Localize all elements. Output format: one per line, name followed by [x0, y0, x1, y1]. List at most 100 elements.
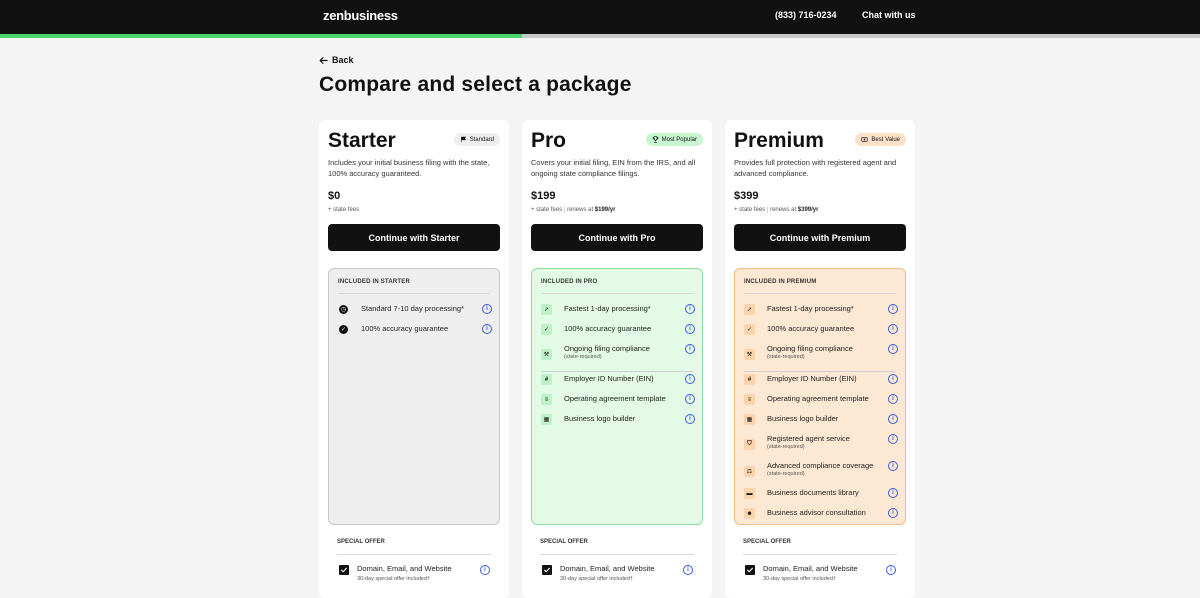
package-name: Premium	[734, 129, 824, 152]
info-icon[interactable]: i	[888, 434, 898, 444]
continue-with-premium-button[interactable]: Continue with Premium	[734, 224, 906, 251]
badge-label: Best Value	[871, 136, 900, 143]
grid-icon: ▦	[541, 414, 552, 425]
info-icon[interactable]: i	[480, 565, 490, 575]
special-offer-label: Domain, Email, and Website	[357, 564, 452, 573]
feature-item: ⚖ Advanced compliance coverage (state-re…	[744, 460, 898, 487]
divider	[744, 293, 896, 294]
special-offer-heading: SPECIAL OFFER	[743, 539, 791, 545]
feature-label: Standard 7-10 day processing*	[361, 304, 464, 313]
grid-icon: ▦	[744, 414, 755, 425]
feature-item: # Employer ID Number (EIN) i	[541, 373, 695, 393]
special-offer-checkbox[interactable]	[542, 565, 552, 575]
feature-label: Business advisor consultation	[767, 508, 866, 517]
divider	[338, 293, 490, 294]
info-icon[interactable]: i	[482, 304, 492, 314]
back-label: Back	[332, 55, 354, 65]
info-icon[interactable]: i	[685, 374, 695, 384]
feature-item: ☻ Business advisor consultation i	[744, 507, 898, 527]
feature-label: Fastest 1-day processing*	[564, 304, 651, 313]
checkmark-icon	[747, 567, 753, 573]
feature-label: Ongoing filing compliance	[767, 344, 853, 353]
feature-item: ⛉ Registered agent service (state-requir…	[744, 433, 898, 460]
package-fees: + state fees | renews at $199/yr	[531, 207, 616, 213]
document-icon: ≡	[541, 394, 552, 405]
info-icon[interactable]: i	[888, 374, 898, 384]
feature-label: Business logo builder	[564, 414, 636, 423]
info-icon[interactable]: i	[888, 394, 898, 404]
feature-label: Advanced compliance coverage	[767, 461, 874, 470]
special-offer-label: Domain, Email, and Website	[763, 564, 858, 573]
divider	[541, 371, 693, 372]
package-price: $399	[734, 190, 759, 202]
package-description: Includes your initial business filing wi…	[328, 158, 490, 178]
info-icon[interactable]: i	[683, 565, 693, 575]
continue-with-starter-button[interactable]: Continue with Starter	[328, 224, 500, 251]
feature-label: Operating agreement template	[564, 394, 666, 403]
feature-item: ≡ Operating agreement template i	[744, 393, 898, 413]
feature-item: ➚ Fastest 1-day processing* i	[744, 303, 898, 323]
info-icon[interactable]: i	[886, 565, 896, 575]
badge-label: Most Popular	[661, 136, 697, 143]
info-icon[interactable]: i	[685, 304, 695, 314]
progress-fill	[0, 34, 522, 38]
feature-label: Operating agreement template	[767, 394, 869, 403]
package-description: Provides full protection with registered…	[734, 158, 897, 178]
special-offer-sublabel: 30-day special offer included†	[560, 576, 633, 582]
phone-link[interactable]: (833) 716-0234	[775, 10, 837, 20]
special-offer-sublabel: 30-day special offer included†	[763, 576, 836, 582]
document-icon: ≡	[744, 394, 755, 405]
feature-sublabel: (state-required)	[767, 471, 805, 477]
info-icon[interactable]: i	[888, 488, 898, 498]
info-icon[interactable]: i	[685, 414, 695, 424]
info-icon[interactable]: i	[888, 344, 898, 354]
continue-with-pro-button[interactable]: Continue with Pro	[531, 224, 703, 251]
state-fees-label: + state fees	[734, 207, 766, 213]
feature-label: Business logo builder	[767, 414, 839, 423]
info-icon[interactable]: i	[685, 344, 695, 354]
divider	[540, 554, 694, 555]
hash-icon: #	[744, 374, 755, 385]
feature-sublabel: (state-required)	[767, 354, 805, 360]
chat-link[interactable]: Chat with us	[862, 10, 916, 20]
feature-label: 100% accuracy guarantee	[564, 324, 652, 333]
feature-item: ◷ Standard 7-10 day processing* i	[338, 303, 492, 323]
flag-icon	[460, 136, 467, 143]
renewal-prefix: renews at	[770, 207, 797, 213]
info-icon[interactable]: i	[685, 324, 695, 334]
state-fees-label: + state fees	[328, 207, 360, 213]
arrow-left-icon	[319, 56, 328, 64]
info-icon[interactable]: i	[482, 324, 492, 334]
info-icon[interactable]: i	[888, 508, 898, 518]
special-offer-checkbox[interactable]	[339, 565, 349, 575]
divider	[337, 554, 491, 555]
feature-sublabel: (state-required)	[564, 354, 602, 360]
zenbusiness-logo[interactable]: zenbusiness	[323, 8, 398, 23]
feature-item: ✓ 100% accuracy guarantee i	[338, 323, 492, 343]
feature-label: 100% accuracy guarantee	[361, 324, 449, 333]
badge-label: Standard	[469, 136, 494, 143]
special-offer-checkbox[interactable]	[745, 565, 755, 575]
package-badge: Standard	[453, 133, 500, 146]
info-icon[interactable]: i	[888, 461, 898, 471]
special-offer-heading: SPECIAL OFFER	[337, 539, 385, 545]
info-icon[interactable]: i	[685, 394, 695, 404]
package-badge: Most Popular	[645, 133, 703, 146]
info-icon[interactable]: i	[888, 324, 898, 334]
package-card-starter: Starter Standard Includes your initial bu…	[319, 120, 509, 598]
feature-item: ▬ Business documents library i	[744, 487, 898, 507]
included-heading: INCLUDED IN PREMIUM	[744, 279, 817, 285]
renewal-price: $399/yr	[797, 207, 819, 213]
included-heading: INCLUDED IN PRO	[541, 279, 598, 285]
scale-icon: ⚖	[744, 466, 755, 477]
rocket-icon: ➚	[541, 304, 552, 315]
back-button[interactable]: Back	[319, 55, 354, 65]
feature-item: # Employer ID Number (EIN) i	[744, 373, 898, 393]
info-icon[interactable]: i	[888, 304, 898, 314]
package-description: Covers your initial filing, EIN from the…	[531, 158, 696, 178]
package-fees: + state fees	[328, 207, 359, 213]
special-offer-sublabel: 30-day special offer included†	[357, 576, 430, 582]
feature-item: ▦ Business logo builder i	[744, 413, 898, 433]
rocket-icon: ➚	[744, 304, 755, 315]
info-icon[interactable]: i	[888, 414, 898, 424]
